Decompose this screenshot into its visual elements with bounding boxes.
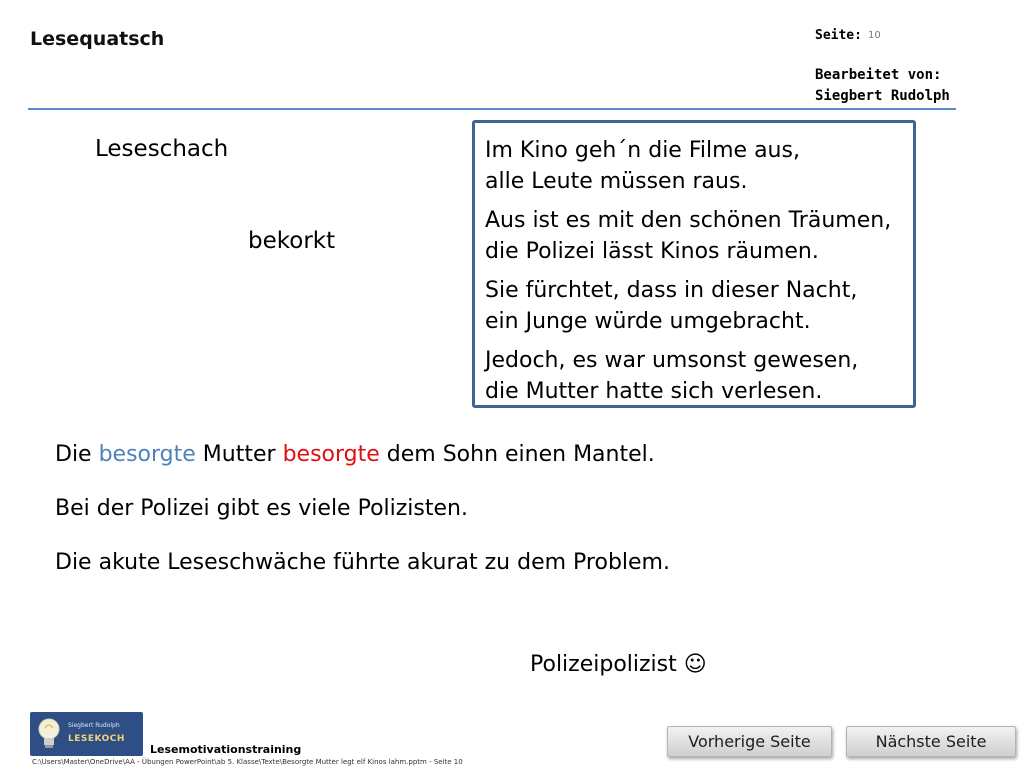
editor-label: Bearbeitet von:	[815, 67, 942, 83]
logo-brand: LESEKOCH	[68, 734, 125, 744]
poem-line: die Mutter hatte sich verlesen.	[485, 379, 823, 404]
highlight-word-red: besorgte	[282, 442, 380, 467]
poem-line: Aus ist es mit den schönen Träumen,	[485, 208, 892, 233]
poem-line: ein Junge würde umgebracht.	[485, 309, 811, 334]
lightbulb-icon	[38, 718, 60, 748]
poem-stanza: Im Kino geh´n die Filme aus, alle Leute …	[485, 135, 903, 197]
lesekoch-logo: Siegbert Rudolph LESEKOCH	[30, 712, 143, 756]
page-number: 10	[868, 30, 881, 41]
poem-line: die Polizei lässt Kinos räumen.	[485, 239, 819, 264]
poem-stanza: Sie fürchtet, dass in dieser Nacht, ein …	[485, 275, 903, 337]
page-number-label: Seite:	[815, 28, 862, 43]
page-title: Lesequatsch	[30, 28, 165, 50]
poem-stanza: Aus ist es mit den schönen Träumen, die …	[485, 205, 903, 267]
sentence-polizei: Bei der Polizei gibt es viele Polizisten…	[55, 496, 468, 521]
poem-line: Jedoch, es war umsonst gewesen,	[485, 348, 859, 373]
word-leseschach: Leseschach	[95, 136, 229, 162]
header-divider	[28, 108, 956, 110]
poem-line: Im Kino geh´n die Filme aus,	[485, 138, 800, 163]
sentence-leseschwaeche: Die akute Leseschwäche führte akurat zu …	[55, 550, 670, 575]
word-bekorkt: bekorkt	[248, 228, 336, 254]
sentence-part: dem Sohn einen Mantel.	[379, 442, 655, 467]
sentence-part: Die	[55, 442, 99, 467]
previous-page-button[interactable]: Vorherige Seite	[667, 726, 832, 757]
sentence-besorgte: Die besorgte Mutter besorgte dem Sohn ei…	[55, 442, 655, 467]
editor-name: Siegbert Rudolph	[815, 88, 950, 104]
logo-author: Siegbert Rudolph	[68, 722, 120, 729]
sentence-part: Mutter	[195, 442, 283, 467]
poem-line: Sie fürchtet, dass in dieser Nacht,	[485, 278, 858, 303]
poem-line: alle Leute müssen raus.	[485, 169, 748, 194]
poem-box: Im Kino geh´n die Filme aus, alle Leute …	[472, 120, 916, 408]
footer-label: Lesemotivationstraining	[150, 743, 302, 756]
footer-file-path: C:\Users\Master\OneDrive\AA - Übungen Po…	[32, 758, 463, 766]
next-page-button[interactable]: Nächste Seite	[846, 726, 1016, 757]
poem-stanza: Jedoch, es war umsonst gewesen, die Mutt…	[485, 345, 903, 407]
highlight-word-blue: besorgte	[98, 442, 196, 467]
joke-text: Polizeipolizist ☺	[530, 652, 707, 677]
